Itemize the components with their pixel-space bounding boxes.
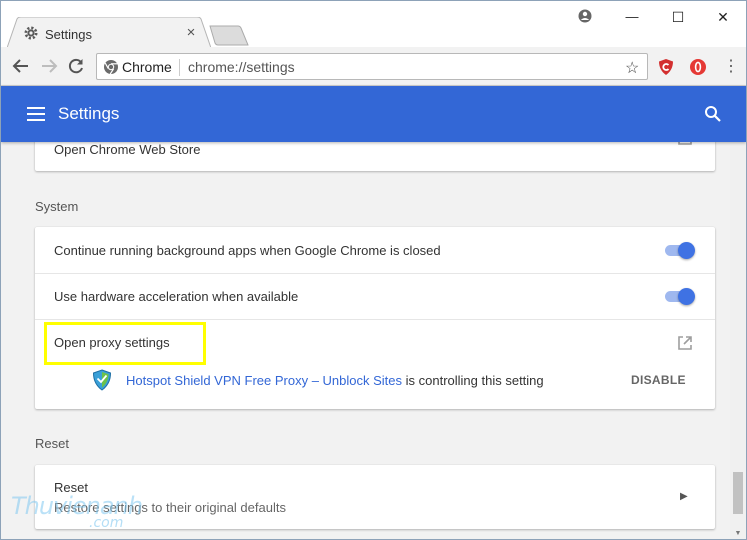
maximize-button[interactable]: ☐ [663, 7, 693, 27]
title-bar: Settings × — ☐ ✕ [1, 1, 746, 48]
external-link-icon[interactable] [677, 142, 693, 146]
opera-extension-icon[interactable] [689, 58, 707, 76]
profile-icon[interactable] [570, 7, 600, 27]
row-divider [35, 319, 715, 320]
page-title: Settings [58, 104, 120, 123]
settings-header: Settings [1, 86, 746, 142]
policy-suffix: is controlling this setting [402, 373, 544, 388]
disable-extension-button[interactable]: DISABLE [631, 373, 686, 387]
bookmark-star-icon[interactable]: ☆ [625, 58, 639, 78]
chrome-icon [104, 60, 118, 75]
open-web-store-link[interactable]: Open Chrome Web Store [54, 142, 200, 157]
search-icon[interactable] [704, 105, 722, 123]
background-apps-toggle[interactable] [663, 241, 695, 259]
settings-content: Open Chrome Web Store System Continue ru… [1, 142, 730, 539]
hardware-acceleration-label: Use hardware acceleration when available [54, 289, 299, 304]
shield-extension-icon[interactable] [657, 58, 675, 76]
omnibox-chip: Chrome [122, 59, 172, 75]
highlight-box [44, 322, 206, 365]
proxy-controlled-notice: Hotspot Shield VPN Free Proxy – Unblock … [126, 373, 544, 388]
watermark-logo-sub: .com [89, 515, 124, 531]
chevron-right-icon: ▶ [680, 491, 688, 502]
omnibox-separator [179, 59, 180, 76]
hardware-acceleration-toggle[interactable] [663, 287, 695, 305]
back-arrow-icon[interactable] [11, 56, 31, 76]
hotspot-shield-extension-link[interactable]: Hotspot Shield VPN Free Proxy – Unblock … [126, 373, 402, 388]
tab-title: Settings [45, 27, 92, 42]
reload-icon[interactable] [66, 56, 86, 76]
close-window-button[interactable]: ✕ [708, 7, 738, 27]
web-store-card: Open Chrome Web Store [35, 142, 715, 171]
scroll-down-arrow[interactable]: ▼ [733, 530, 743, 538]
browser-window: Settings × — ☐ ✕ Chrome chrome://setting… [0, 0, 747, 540]
browser-menu-button[interactable]: ⋮ [723, 56, 739, 76]
tab-close-button[interactable]: × [184, 24, 198, 42]
section-heading-system: System [35, 199, 79, 214]
row-divider [35, 273, 715, 274]
address-bar[interactable]: Chrome chrome://settings ☆ [96, 53, 648, 80]
hamburger-menu-icon[interactable] [27, 107, 45, 121]
forward-arrow-icon[interactable] [39, 56, 59, 76]
new-tab-button[interactable] [209, 25, 249, 46]
background-apps-label: Continue running background apps when Go… [54, 243, 441, 258]
external-link-icon[interactable] [677, 335, 693, 351]
minimize-button[interactable]: — [617, 7, 647, 27]
section-heading-reset: Reset [35, 436, 69, 451]
gear-icon [24, 26, 38, 40]
vertical-scrollbar[interactable]: ▼ [730, 142, 746, 539]
omnibox-url[interactable]: chrome://settings [188, 59, 295, 75]
hotspot-shield-icon [92, 369, 112, 391]
scrollbar-thumb[interactable] [733, 472, 743, 514]
system-card: Continue running background apps when Go… [35, 227, 715, 409]
toolbar: Chrome chrome://settings ☆ ⋮ [1, 47, 746, 86]
